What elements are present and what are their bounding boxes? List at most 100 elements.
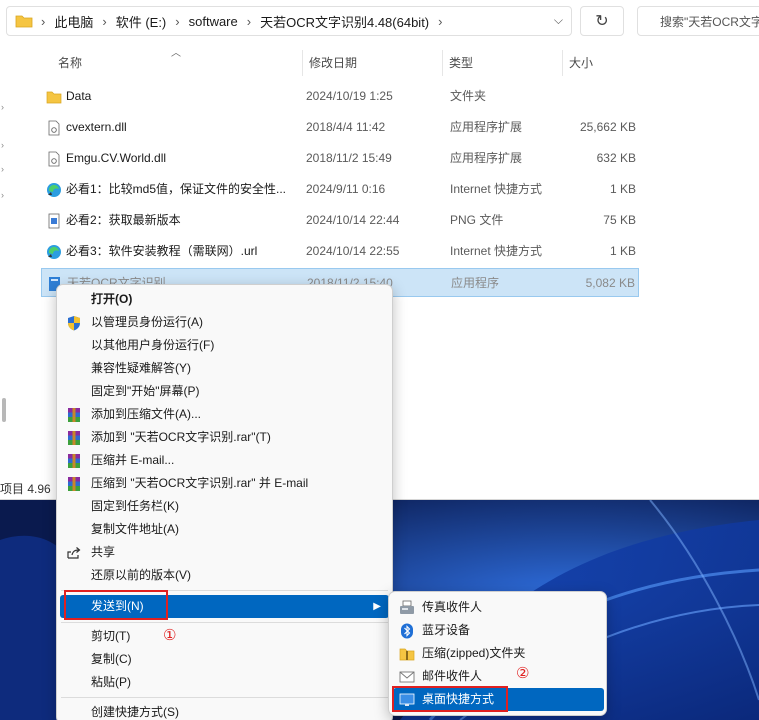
file-date: 2024/10/14 22:44 <box>306 213 400 227</box>
file-row[interactable]: cvextern.dll 2018/4/4 11:42 应用程序扩展 25,66… <box>41 113 639 142</box>
annotation-step-1: ① <box>163 627 177 644</box>
submenu-item-mail-recipient[interactable]: 邮件收件人 <box>393 665 604 688</box>
menu-item-pin-to-start[interactable]: 固定到"开始"屏幕(P) <box>60 380 389 403</box>
submenu-item-bluetooth-device[interactable]: 蓝牙设备 <box>393 619 604 642</box>
menu-item-label: 固定到任务栏(K) <box>91 499 179 513</box>
file-size: 1 KB <box>609 182 636 196</box>
zip-folder-icon <box>399 648 415 661</box>
address-bar[interactable]: › 此电脑 › 软件 (E:) › software › 天若OCR文字识别4.… <box>6 6 572 36</box>
refresh-button[interactable]: ↻ <box>580 6 624 36</box>
column-header-row: 名称 修改日期 类型 大小 <box>40 50 645 76</box>
menu-item-label: 创建快捷方式(S) <box>91 705 179 719</box>
menu-item-compress-and-email[interactable]: 压缩并 E-mail... <box>60 449 389 472</box>
winrar-icon <box>68 454 80 468</box>
file-name: Data <box>66 89 92 103</box>
breadcrumb-software[interactable]: software <box>189 14 238 29</box>
menu-item-create-shortcut[interactable]: 创建快捷方式(S) <box>60 701 389 720</box>
chevron-right-icon: › <box>246 13 252 29</box>
file-size: 1 KB <box>609 244 636 258</box>
file-row[interactable]: Data 2024/10/19 1:25 文件夹 <box>41 82 639 111</box>
breadcrumb-this-pc[interactable]: 此电脑 <box>54 12 93 31</box>
uac-shield-icon <box>68 316 80 331</box>
file-size: 75 KB <box>603 213 636 227</box>
png-icon <box>48 213 60 229</box>
menu-item-troubleshoot-compatibility[interactable]: 兼容性疑难解答(Y) <box>60 357 389 380</box>
chevron-right-icon: › <box>175 13 180 29</box>
menu-separator <box>61 622 388 623</box>
menu-item-compress-to-rar-and-email[interactable]: 压缩到 "天若OCR文字识别.rar" 并 E-mail <box>60 472 389 495</box>
submenu-item-label: 邮件收件人 <box>422 669 483 683</box>
file-date: 2018/11/2 15:49 <box>306 151 392 165</box>
column-header-name[interactable]: 名称 <box>52 50 302 76</box>
refresh-icon: ↻ <box>595 13 609 30</box>
file-type: 文件夹 <box>450 89 487 103</box>
menu-item-label: 压缩并 E-mail... <box>91 453 175 467</box>
file-row[interactable]: 必看2：获取最新版本 2024/10/14 22:44 PNG 文件 75 KB <box>41 206 639 235</box>
scrollbar-thumb[interactable] <box>2 398 6 422</box>
file-date: 2024/9/11 0:16 <box>306 182 386 196</box>
menu-item-label: 粘贴(P) <box>91 675 131 689</box>
file-date: 2024/10/19 1:25 <box>306 89 393 103</box>
menu-item-run-as-other-user[interactable]: 以其他用户身份运行(F) <box>60 334 389 357</box>
menu-item-label: 共享 <box>91 545 116 559</box>
chevron-right-icon: › <box>438 13 443 29</box>
search-placeholder: 搜索"天若OCR文字识别4.48(64bit)" <box>660 14 759 29</box>
file-date: 2024/10/14 22:55 <box>306 244 400 258</box>
expand-arrow-icon[interactable]: › <box>1 190 4 200</box>
file-type: Internet 快捷方式 <box>450 244 543 258</box>
column-header-date[interactable]: 修改日期 <box>302 50 442 76</box>
menu-item-copy-as-path[interactable]: 复制文件地址(A) <box>60 518 389 541</box>
dll-icon <box>48 151 60 167</box>
mail-icon <box>399 671 415 683</box>
menu-item-label: 压缩到 "天若OCR文字识别.rar" 并 E-mail <box>91 476 309 490</box>
column-header-type[interactable]: 类型 <box>442 50 562 76</box>
menu-item-cut[interactable]: 剪切(T) <box>60 625 389 648</box>
menu-item-add-to-archive[interactable]: 添加到压缩文件(A)... <box>60 403 389 426</box>
menu-item-copy[interactable]: 复制(C) <box>60 648 389 671</box>
submenu-item-label: 压缩(zipped)文件夹 <box>422 646 526 660</box>
search-box[interactable]: 搜索"天若OCR文字识别4.48(64bit)" <box>637 6 759 36</box>
menu-item-label: 剪切(T) <box>91 629 131 643</box>
menu-item-label: 打开(O) <box>91 292 133 306</box>
menu-item-share[interactable]: 共享 <box>60 541 389 564</box>
menu-item-paste[interactable]: 粘贴(P) <box>60 671 389 694</box>
menu-item-label: 固定到"开始"屏幕(P) <box>91 384 200 398</box>
menu-item-label: 以管理员身份运行(A) <box>91 315 203 329</box>
chevron-down-icon[interactable]: ⌵ <box>554 13 563 28</box>
menu-item-restore-previous-versions[interactable]: 还原以前的版本(V) <box>60 564 389 587</box>
file-row[interactable]: 必看3：软件安装教程（需联网）.url 2024/10/14 22:55 Int… <box>41 237 639 266</box>
file-row[interactable]: Emgu.CV.World.dll 2018/11/2 15:49 应用程序扩展… <box>41 144 639 173</box>
menu-item-run-as-admin[interactable]: 以管理员身份运行(A) <box>60 311 389 334</box>
file-row[interactable]: 必看1：比较md5值，保证文件的安全性... 2024/9/11 0:16 In… <box>41 175 639 204</box>
chevron-right-icon: ▶ <box>373 601 381 612</box>
file-size: 25,662 KB <box>579 120 636 134</box>
breadcrumb-drive-e[interactable]: 软件 (E:) <box>116 12 167 31</box>
folder-icon <box>46 91 62 104</box>
menu-item-open[interactable]: 打开(O) <box>60 288 389 311</box>
file-name: 必看3：软件安装教程（需联网）.url <box>66 244 258 258</box>
file-type: PNG 文件 <box>450 213 504 227</box>
annotation-box-send-to <box>64 590 168 620</box>
menu-item-label: 添加到压缩文件(A)... <box>91 407 201 421</box>
menu-separator <box>61 697 388 698</box>
folder-icon <box>15 15 33 28</box>
file-name: 必看1：比较md5值，保证文件的安全性... <box>66 182 287 196</box>
edge-url-icon <box>47 245 61 259</box>
submenu-item-fax-recipient[interactable]: 传真收件人 <box>393 596 604 619</box>
submenu-item-zipped-folder[interactable]: 压缩(zipped)文件夹 <box>393 642 604 665</box>
menu-item-pin-to-taskbar[interactable]: 固定到任务栏(K) <box>60 495 389 518</box>
submenu-item-label: 蓝牙设备 <box>422 623 471 637</box>
menu-item-label: 兼容性疑难解答(Y) <box>91 361 191 375</box>
expand-arrow-icon[interactable]: › <box>1 140 4 150</box>
breadcrumb-current-folder[interactable]: 天若OCR文字识别4.48(64bit) <box>260 12 429 31</box>
winrar-icon <box>68 408 80 422</box>
file-name: 必看2：获取最新版本 <box>66 213 181 227</box>
submenu-item-label: 传真收件人 <box>422 600 483 614</box>
menu-item-label: 还原以前的版本(V) <box>91 568 191 582</box>
menu-item-label: 以其他用户身份运行(F) <box>91 338 215 352</box>
file-type: 应用程序 <box>451 276 500 290</box>
expand-arrow-icon[interactable]: › <box>1 164 4 174</box>
expand-arrow-icon[interactable]: › <box>1 102 4 112</box>
menu-item-add-to-rar[interactable]: 添加到 "天若OCR文字识别.rar"(T) <box>60 426 389 449</box>
column-header-size[interactable]: 大小 <box>562 50 645 76</box>
